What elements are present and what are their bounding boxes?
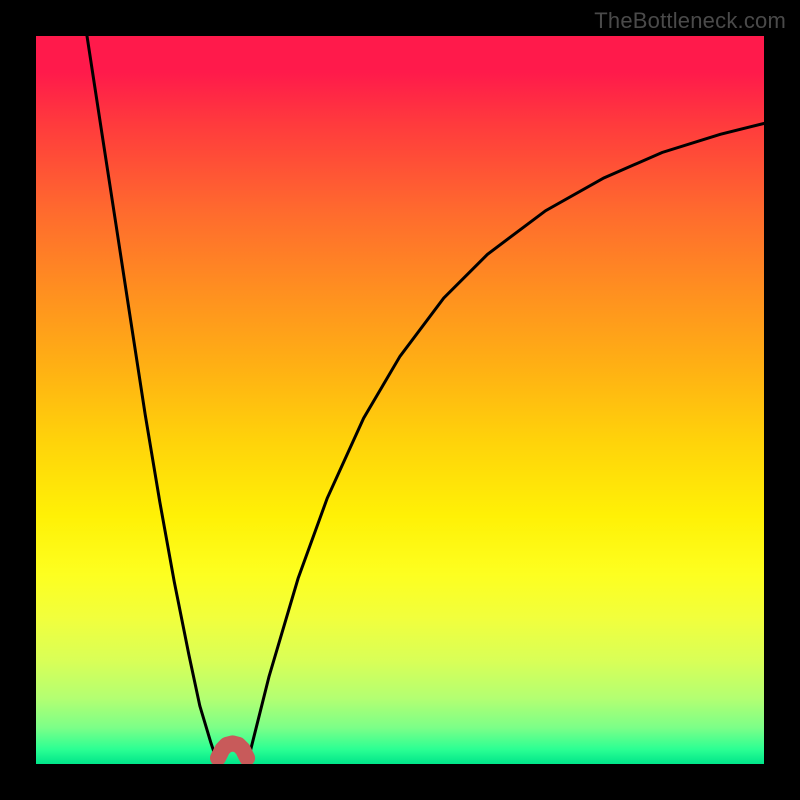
plot-area xyxy=(36,36,764,764)
bottleneck-curve-left xyxy=(87,36,218,764)
watermark-text: TheBottleneck.com xyxy=(594,8,786,34)
curve-layer xyxy=(36,36,764,764)
bottleneck-curve-right xyxy=(247,123,764,764)
chart-frame: TheBottleneck.com xyxy=(0,0,800,800)
highlight-u-marker xyxy=(218,743,247,758)
